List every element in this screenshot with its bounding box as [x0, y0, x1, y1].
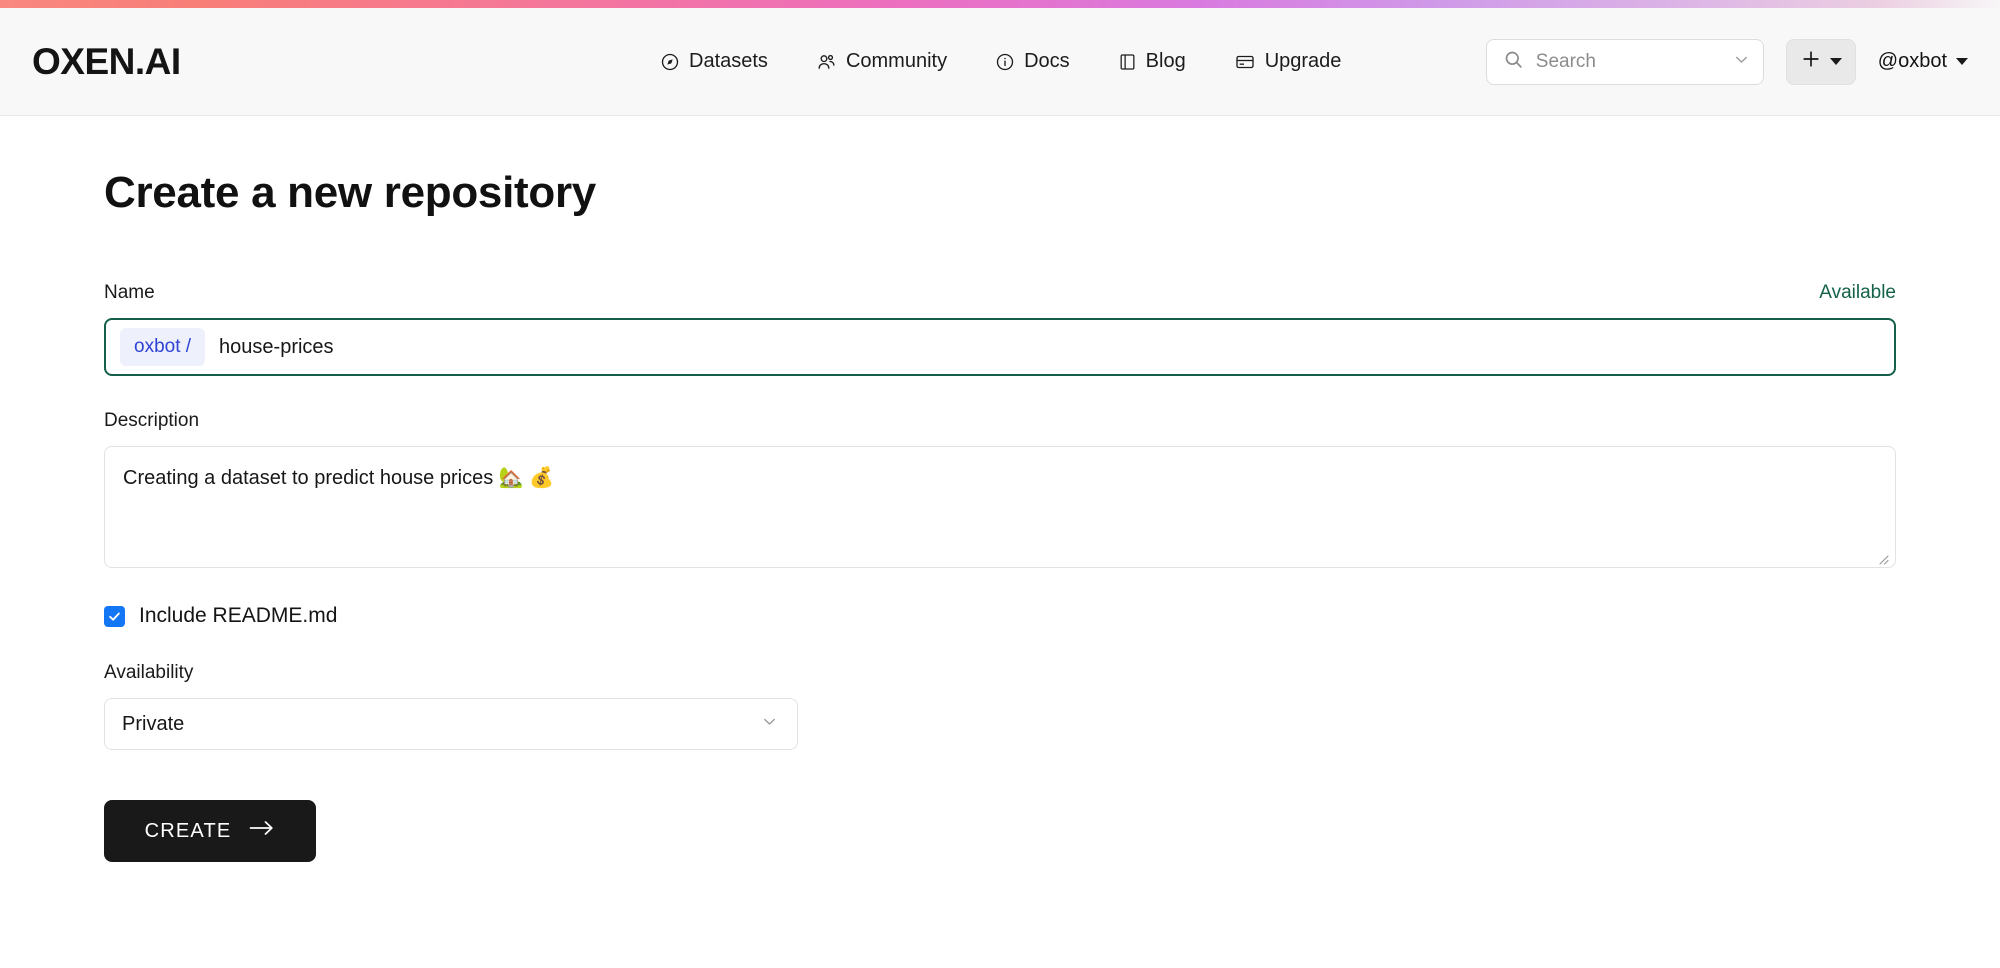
name-availability-status: Available [1819, 282, 1896, 303]
resize-handle-icon[interactable] [1875, 548, 1889, 565]
nav-item-upgrade[interactable]: Upgrade [1234, 50, 1342, 73]
header-actions: Search @oxbot [1485, 38, 1968, 85]
main-navigation: Datasets Community Docs Blog Upgrade [660, 50, 1341, 73]
description-textarea[interactable]: Creating a dataset to predict house pric… [104, 446, 1896, 568]
site-header: OXEN.AI Datasets Community Docs Blog Upg… [0, 8, 2000, 116]
search-placeholder: Search [1535, 50, 1596, 72]
site-logo[interactable]: OXEN.AI [32, 41, 181, 83]
page-content: Create a new repository Name Available o… [0, 168, 2000, 862]
nav-item-docs[interactable]: Docs [995, 50, 1070, 73]
owner-prefix-chip: oxbot / [120, 328, 206, 366]
create-repository-button[interactable]: CREATE [104, 800, 316, 862]
include-readme-checkbox[interactable] [104, 605, 125, 627]
description-block: Description Creating a dataset to predic… [104, 410, 1896, 568]
new-repository-button[interactable] [1785, 38, 1856, 85]
name-label: Name [104, 282, 155, 303]
chevron-down-icon [1956, 58, 1968, 65]
plus-icon [1800, 48, 1822, 75]
arrow-right-icon [249, 819, 275, 843]
include-readme-row[interactable]: Include README.md [104, 604, 1896, 628]
nav-item-community[interactable]: Community [816, 50, 947, 73]
chevron-down-icon[interactable] [1732, 50, 1751, 74]
book-icon [1118, 52, 1137, 72]
nav-label-blog: Blog [1145, 50, 1186, 72]
availability-selected-value: Private [122, 712, 185, 735]
description-label: Description [104, 410, 200, 431]
nav-label-community: Community [845, 50, 948, 72]
nav-label-docs: Docs [1024, 50, 1070, 72]
create-repository-form: Name Available oxbot / house-prices Desc… [104, 282, 1896, 862]
nav-item-blog[interactable]: Blog [1118, 50, 1186, 73]
availability-block: Availability Private [104, 662, 1896, 750]
nav-label-datasets: Datasets [689, 50, 768, 72]
search-input[interactable]: Search [1485, 38, 1764, 85]
chevron-down-icon [760, 712, 779, 736]
repository-name-input[interactable]: oxbot / house-prices [104, 318, 1896, 376]
user-menu-label: @oxbot [1877, 50, 1947, 72]
search-icon [1503, 49, 1524, 75]
nav-label-upgrade: Upgrade [1264, 50, 1342, 72]
info-icon [995, 52, 1015, 72]
repository-name-value: house-prices [219, 335, 334, 358]
user-menu[interactable]: @oxbot [1878, 50, 1968, 73]
top-gradient-bar [0, 0, 2000, 8]
users-icon [816, 52, 837, 72]
create-button-label: CREATE [144, 819, 232, 842]
name-label-row: Name Available [104, 282, 1896, 304]
credit-card-icon [1234, 52, 1256, 72]
include-readme-label: Include README.md [139, 604, 338, 627]
availability-select[interactable]: Private [104, 698, 798, 750]
nav-item-datasets[interactable]: Datasets [660, 50, 768, 73]
description-value: Creating a dataset to predict house pric… [123, 467, 555, 489]
compass-icon [660, 52, 680, 72]
availability-label: Availability [104, 662, 194, 683]
chevron-down-icon [1829, 58, 1842, 65]
page-title: Create a new repository [104, 168, 596, 217]
